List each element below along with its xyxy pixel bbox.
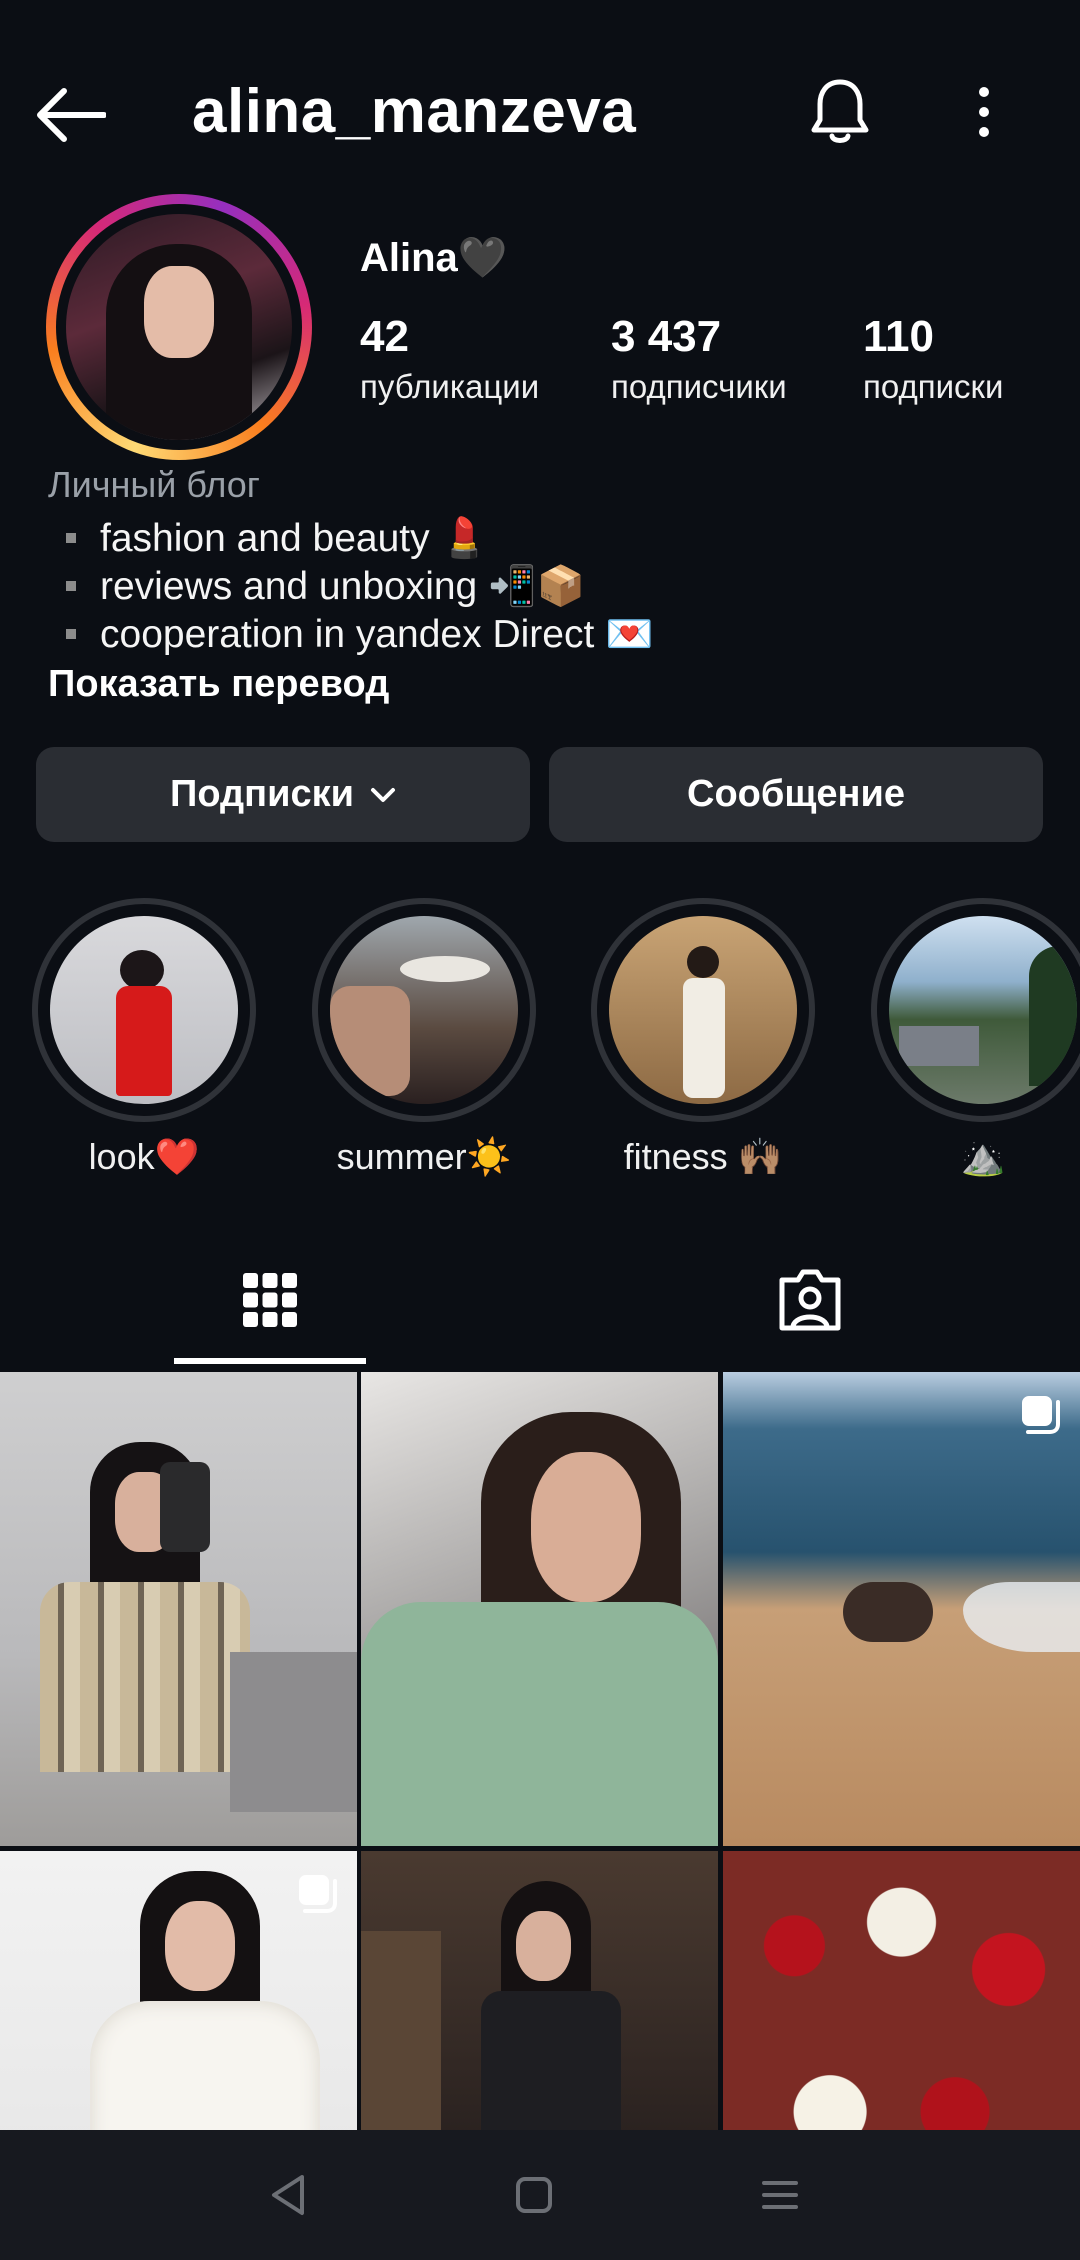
multiple-photos-icon bbox=[299, 1875, 337, 1913]
posts-grid bbox=[0, 1372, 1080, 2130]
system-recents-button[interactable] bbox=[750, 2165, 810, 2225]
following-button[interactable]: Подписки bbox=[36, 747, 530, 842]
story-highlight[interactable]: summer☀️ bbox=[312, 898, 536, 1178]
more-options-button[interactable] bbox=[944, 72, 1024, 152]
highlight-ring bbox=[32, 898, 256, 1122]
post-thumbnail[interactable] bbox=[361, 1851, 718, 2130]
highlight-label: look❤️ bbox=[88, 1136, 200, 1177]
bullet-square-icon bbox=[66, 629, 76, 639]
post-thumbnail[interactable] bbox=[0, 1851, 357, 2130]
tagged-person-icon bbox=[779, 1269, 841, 1331]
story-highlight[interactable]: look❤️ bbox=[32, 898, 256, 1178]
top-bar: alina_manzeva bbox=[0, 40, 1080, 180]
bio-line: reviews and unboxing 📲📦 bbox=[66, 562, 654, 610]
following-count[interactable]: 110 подписки bbox=[863, 312, 1003, 406]
bell-icon bbox=[811, 79, 869, 143]
highlight-label: summer☀️ bbox=[336, 1136, 512, 1177]
highlight-ring bbox=[871, 898, 1080, 1122]
highlight-ring bbox=[312, 898, 536, 1122]
bullet-square-icon bbox=[66, 581, 76, 591]
back-button[interactable] bbox=[30, 75, 110, 155]
avatar-story-ring[interactable] bbox=[46, 194, 312, 460]
profile-category: Личный блог bbox=[48, 464, 260, 505]
avatar bbox=[66, 214, 292, 440]
profile-tabs bbox=[0, 1232, 1080, 1368]
following-count-value: 110 bbox=[863, 312, 934, 361]
followers-count-label: подписчики bbox=[611, 368, 787, 405]
bio-line: fashion and beauty 💄 bbox=[66, 514, 654, 562]
story-highlight[interactable]: fitness 🙌🏽 bbox=[591, 898, 815, 1178]
message-button[interactable]: Сообщение bbox=[549, 747, 1043, 842]
posts-count-label: публикации bbox=[360, 368, 540, 405]
post-thumbnail[interactable] bbox=[723, 1851, 1080, 2130]
post-thumbnail[interactable] bbox=[0, 1372, 357, 1846]
profile-page: alina_manzeva Alina🖤 42 публикации 3 437… bbox=[0, 0, 1080, 2260]
following-button-label: Подписки bbox=[170, 773, 354, 815]
square-home-icon bbox=[516, 2177, 552, 2213]
tab-tagged[interactable] bbox=[770, 1260, 850, 1340]
story-highlight[interactable]: ⛰️ bbox=[871, 898, 1080, 1178]
triangle-back-icon bbox=[272, 2175, 304, 2215]
system-nav-bar bbox=[0, 2130, 1080, 2260]
multiple-photos-icon bbox=[1022, 1396, 1060, 1434]
post-thumbnail[interactable] bbox=[723, 1372, 1080, 1846]
posts-count[interactable]: 42 публикации bbox=[360, 312, 539, 406]
system-home-button[interactable] bbox=[504, 2165, 564, 2225]
bio: fashion and beauty 💄 reviews and unboxin… bbox=[66, 514, 654, 658]
following-count-label: подписки bbox=[863, 368, 1004, 405]
highlight-cover bbox=[609, 916, 797, 1104]
arrow-left-icon bbox=[37, 88, 106, 142]
notifications-button[interactable] bbox=[800, 72, 880, 152]
grid-icon bbox=[243, 1273, 297, 1327]
highlight-cover bbox=[330, 916, 518, 1104]
display-name: Alina🖤 bbox=[360, 236, 508, 280]
bio-line: cooperation in yandex Direct 💌 bbox=[66, 610, 654, 658]
system-back-button[interactable] bbox=[258, 2165, 318, 2225]
message-button-label: Сообщение bbox=[687, 773, 905, 815]
bullet-square-icon bbox=[66, 533, 76, 543]
post-thumbnail[interactable] bbox=[361, 1372, 718, 1846]
avatar-face-shape bbox=[144, 266, 214, 358]
avatar-gap bbox=[56, 204, 302, 450]
highlight-label: fitness 🙌🏽 bbox=[623, 1136, 783, 1177]
bio-line-text: fashion and beauty 💄 bbox=[100, 517, 489, 560]
tab-posts-grid[interactable] bbox=[230, 1260, 310, 1340]
more-vertical-icon bbox=[979, 87, 989, 137]
show-translation-link[interactable]: Показать перевод bbox=[48, 663, 389, 706]
bio-line-text: cooperation in yandex Direct 💌 bbox=[100, 613, 654, 656]
highlight-label: ⛰️ bbox=[960, 1136, 1006, 1177]
chevron-down-icon bbox=[370, 786, 396, 804]
highlight-ring bbox=[591, 898, 815, 1122]
active-tab-indicator bbox=[174, 1358, 366, 1364]
highlight-cover bbox=[889, 916, 1077, 1104]
followers-count[interactable]: 3 437 подписчики bbox=[611, 312, 787, 406]
bio-line-text: reviews and unboxing 📲📦 bbox=[100, 565, 586, 608]
posts-count-value: 42 bbox=[360, 312, 409, 361]
followers-count-value: 3 437 bbox=[611, 312, 722, 361]
menu-lines-icon bbox=[762, 2181, 798, 2209]
profile-username: alina_manzeva bbox=[192, 77, 637, 146]
highlight-cover bbox=[50, 916, 238, 1104]
